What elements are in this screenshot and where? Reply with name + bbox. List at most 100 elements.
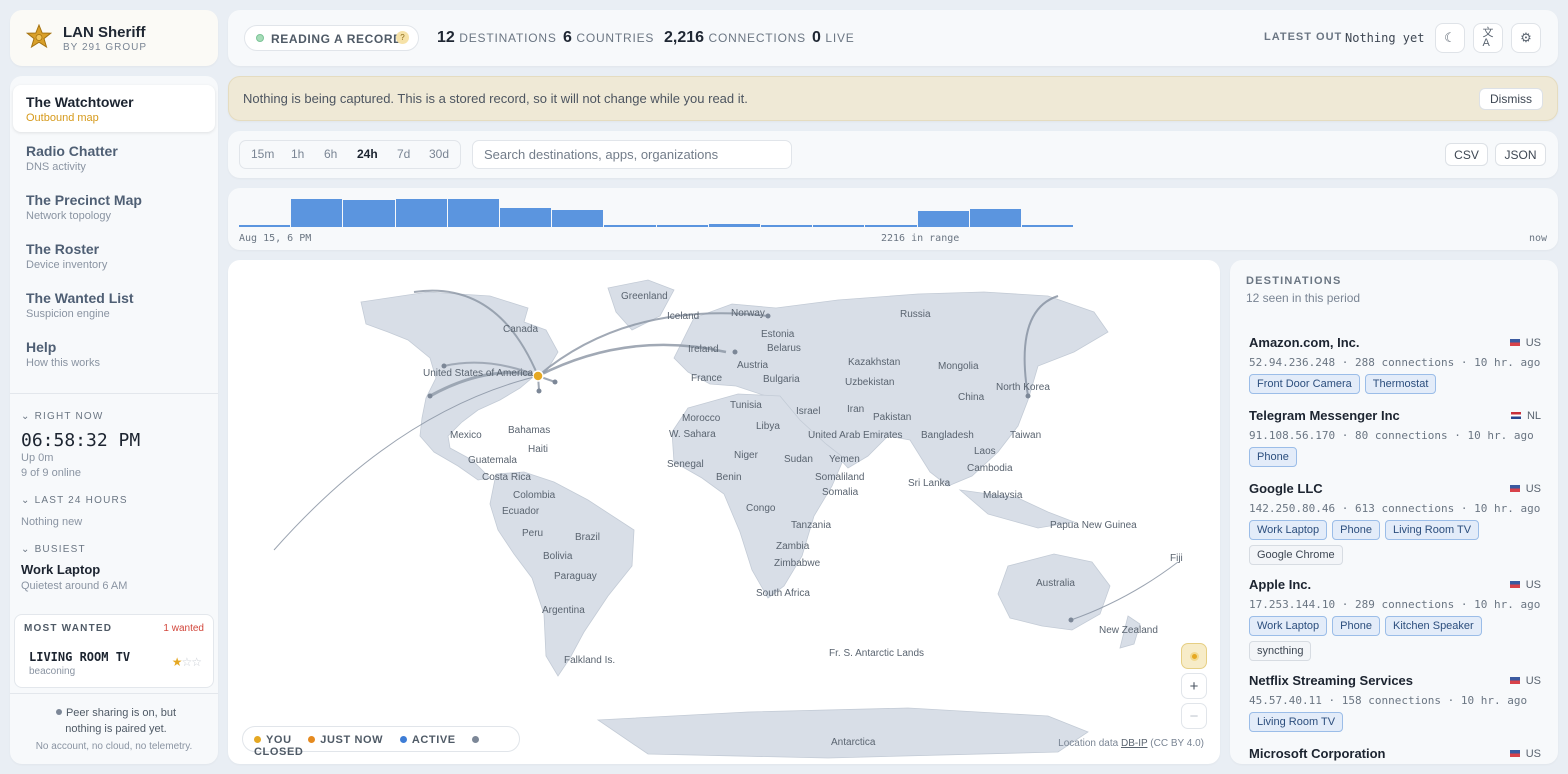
attribution-suffix: (CC BY 4.0) bbox=[1150, 738, 1204, 749]
device-tag[interactable]: Phone bbox=[1332, 520, 1380, 540]
nav-sub: Network topology bbox=[26, 210, 111, 222]
stat-label: COUNTRIES bbox=[576, 31, 655, 45]
destination-item[interactable]: Apple Inc. US 17.253.144.10 · 289 connecti… bbox=[1249, 577, 1541, 661]
timeline-bar[interactable] bbox=[239, 225, 291, 227]
timeline-bar[interactable] bbox=[343, 199, 395, 227]
language-button[interactable]: 文A bbox=[1473, 23, 1503, 53]
world-map[interactable]: Greenland Iceland Norway Russia Canada Estoni… bbox=[228, 260, 1220, 764]
theme-toggle-button[interactable]: ☾ bbox=[1435, 23, 1465, 53]
device-tag[interactable]: Phone bbox=[1332, 616, 1380, 636]
timeline-bar[interactable] bbox=[813, 224, 865, 227]
help-icon[interactable]: ? bbox=[396, 31, 409, 44]
device-tag[interactable]: Thermostat bbox=[1364, 374, 1437, 394]
stat-label: LIVE bbox=[825, 31, 855, 45]
nav-sub: DNS activity bbox=[26, 161, 86, 173]
country-label: Bolivia bbox=[543, 551, 573, 562]
country-label: Colombia bbox=[513, 490, 556, 501]
nav-item-wanted-list[interactable]: The Wanted List Suspicion engine bbox=[13, 281, 215, 328]
busiest-toggle[interactable]: ⌄ BUSIEST bbox=[21, 544, 86, 555]
right-now-toggle[interactable]: ⌄ RIGHT NOW bbox=[21, 411, 104, 422]
map-attribution: Location data DB-IP (CC BY 4.0) bbox=[1058, 738, 1204, 749]
nav-item-radio-chatter[interactable]: Radio Chatter DNS activity bbox=[13, 134, 215, 181]
export-json-button[interactable]: JSON bbox=[1495, 143, 1546, 166]
zoom-in-button[interactable]: + bbox=[1181, 673, 1207, 699]
app-subtitle: BY 291 GROUP bbox=[63, 42, 148, 53]
timeline-bar[interactable] bbox=[500, 207, 552, 227]
timeline-bar[interactable] bbox=[656, 225, 708, 227]
range-30d[interactable]: 30d bbox=[429, 147, 449, 161]
country-label: Somaliland bbox=[815, 472, 865, 483]
device-tag[interactable]: Living Room TV bbox=[1249, 712, 1344, 732]
device-tag[interactable]: Work Laptop bbox=[1249, 520, 1328, 540]
uptime: Up 0m bbox=[21, 452, 54, 464]
timeline-bar[interactable] bbox=[865, 225, 917, 227]
destination-meta: 91.108.56.170 · 80 connections · 10 hr. … bbox=[1249, 429, 1534, 442]
timeline-bar[interactable] bbox=[395, 199, 447, 227]
timeline-bar[interactable] bbox=[552, 209, 604, 227]
banner-message: Nothing is being captured. This is a sto… bbox=[243, 91, 748, 106]
record-banner: Nothing is being captured. This is a sto… bbox=[228, 76, 1558, 121]
nav-item-watchtower[interactable]: The Watchtower Outbound map bbox=[13, 85, 215, 132]
app-tag[interactable]: Google Chrome bbox=[1249, 545, 1343, 565]
stat-label: DESTINATIONS bbox=[459, 31, 557, 45]
destination-item[interactable]: Google LLC US 142.250.80.46 · 613 connecti… bbox=[1249, 481, 1541, 565]
country-code: US bbox=[1525, 337, 1541, 349]
device-tag[interactable]: Living Room TV bbox=[1384, 520, 1480, 540]
timeline-summary: 2216 in range bbox=[881, 233, 960, 244]
destination-meta: 52.94.236.248 · 288 connections · 10 hr.… bbox=[1249, 356, 1541, 369]
timeline-bar[interactable] bbox=[447, 199, 499, 227]
destination-item[interactable]: Microsoft Corporation US bbox=[1249, 746, 1541, 761]
timeline-bar[interactable] bbox=[969, 209, 1021, 227]
dbip-link[interactable]: DB-IP bbox=[1121, 738, 1148, 749]
most-wanted-card[interactable]: MOST WANTED 1 wanted LIVING ROOM TV beac… bbox=[14, 614, 214, 688]
country-label: Mexico bbox=[450, 430, 482, 441]
country-label: Kazakhstan bbox=[848, 357, 901, 368]
range-7d[interactable]: 7d bbox=[397, 147, 410, 161]
country-label: Greenland bbox=[621, 291, 668, 302]
country-label: Uzbekistan bbox=[845, 377, 895, 388]
locate-me-button[interactable] bbox=[1181, 643, 1207, 669]
timeline-bar[interactable] bbox=[917, 210, 969, 227]
last24-toggle[interactable]: ⌄ LAST 24 HOURS bbox=[21, 495, 128, 506]
country-label: Costa Rica bbox=[482, 472, 531, 483]
flag-icon bbox=[1509, 339, 1520, 346]
timeline-end: now bbox=[1528, 233, 1547, 244]
country-code: US bbox=[1525, 748, 1541, 760]
zoom-out-button[interactable]: − bbox=[1181, 703, 1207, 729]
device-tag[interactable]: Phone bbox=[1249, 447, 1297, 467]
search-input[interactable] bbox=[472, 140, 792, 169]
app-tag[interactable]: syncthing bbox=[1249, 641, 1312, 661]
settings-button[interactable]: ⚙ bbox=[1511, 23, 1541, 53]
timeline-bar[interactable] bbox=[291, 199, 343, 227]
device-tag[interactable]: Kitchen Speaker bbox=[1384, 616, 1482, 636]
device-tag[interactable]: Front Door Camera bbox=[1249, 374, 1360, 394]
destinations-subheading: 12 seen in this period bbox=[1246, 291, 1361, 305]
destination-name: Netflix Streaming Services bbox=[1249, 673, 1414, 688]
dismiss-button[interactable]: Dismiss bbox=[1479, 88, 1543, 110]
export-csv-button[interactable]: CSV bbox=[1445, 143, 1488, 166]
timeline-bar[interactable] bbox=[761, 225, 813, 227]
country-label: Libya bbox=[756, 421, 780, 432]
destination-item[interactable]: Amazon.com, Inc. US 52.94.236.248 · 288 co… bbox=[1249, 335, 1541, 394]
country-label: Taiwan bbox=[1010, 430, 1042, 441]
endpoint bbox=[732, 349, 738, 355]
country-label: Mongolia bbox=[938, 361, 979, 372]
destination-item[interactable]: Netflix Streaming Services US 45.57.40.11 … bbox=[1249, 673, 1541, 732]
range-6h[interactable]: 6h bbox=[324, 147, 337, 161]
range-1h[interactable]: 1h bbox=[291, 147, 304, 161]
nav-item-roster[interactable]: The Roster Device inventory bbox=[13, 232, 215, 279]
legend-closed: CLOSED bbox=[254, 746, 304, 758]
timeline-bar[interactable] bbox=[1022, 225, 1074, 227]
destination-country: NL bbox=[1510, 410, 1541, 422]
nav-item-precinct-map[interactable]: The Precinct Map Network topology bbox=[13, 183, 215, 230]
country-label: Fiji bbox=[1170, 553, 1183, 564]
nav-label: The Wanted List bbox=[26, 290, 134, 306]
timeline-bar[interactable] bbox=[604, 225, 656, 227]
timeline-bar[interactable] bbox=[708, 224, 760, 227]
device-tag[interactable]: Work Laptop bbox=[1249, 616, 1328, 636]
sheriff-star-icon bbox=[26, 24, 52, 49]
nav-item-help[interactable]: Help How this works bbox=[13, 330, 215, 377]
destination-item[interactable]: Telegram Messenger Inc NL 91.108.56.170 · … bbox=[1249, 408, 1541, 467]
range-24h[interactable]: 24h bbox=[357, 147, 378, 161]
range-15m[interactable]: 15m bbox=[251, 147, 274, 161]
